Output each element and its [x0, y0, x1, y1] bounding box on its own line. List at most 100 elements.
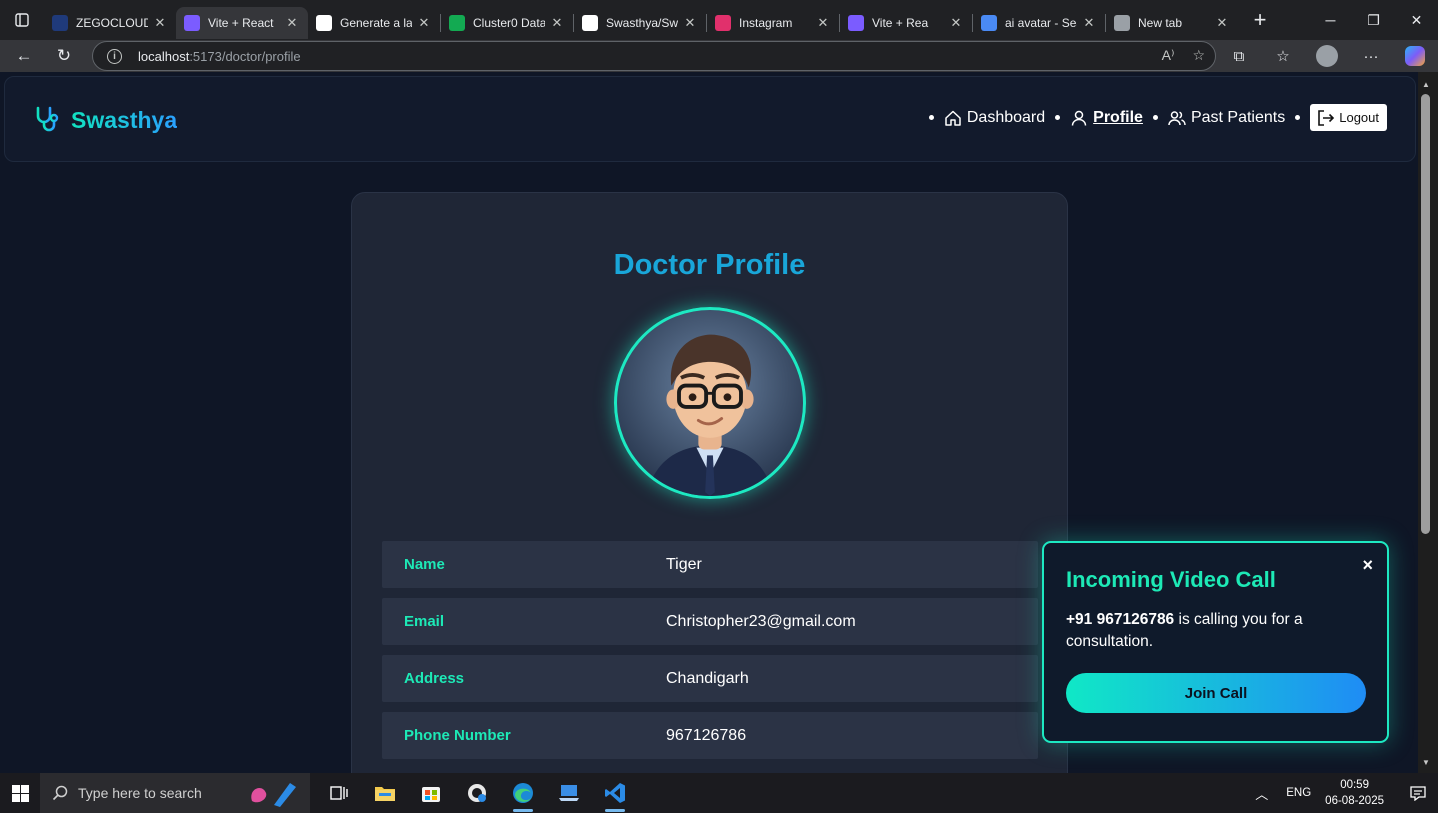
browser-tab[interactable]: Instagram ✕ [707, 7, 839, 39]
task-view-icon[interactable] [316, 773, 362, 813]
tab-close-icon[interactable]: ✕ [549, 15, 565, 31]
nav-link-past-patients[interactable]: Past Patients [1168, 109, 1285, 127]
nav-label-past-patients: Past Patients [1190, 108, 1286, 126]
tab-close-icon[interactable]: ✕ [152, 15, 168, 31]
tab-close-icon[interactable]: ✕ [948, 15, 964, 31]
tab-favicon-icon [582, 15, 598, 31]
browser-tab[interactable]: Vite + Rea ✕ [840, 7, 972, 39]
tab-actions-icon[interactable] [0, 0, 44, 40]
avatar-illustration [646, 334, 774, 496]
tab-title: Generate a lan [340, 16, 412, 30]
nav-link-dashboard[interactable]: Dashboard [944, 109, 1045, 127]
copilot-icon[interactable] [1400, 41, 1430, 71]
tab-favicon-icon [715, 15, 731, 31]
stethoscope-icon [36, 106, 59, 132]
join-call-button[interactable]: Join Call [1066, 673, 1366, 713]
tab-title: Swasthya/Swas [606, 16, 678, 30]
tab-title: Instagram [739, 16, 793, 30]
profile-field-row: Email Christopher23@gmail.com [382, 598, 1038, 645]
close-window-icon[interactable]: ✕ [1395, 0, 1438, 40]
tab-close-icon[interactable]: ✕ [416, 15, 432, 31]
page-scrollbar[interactable]: ▲ ▼ [1418, 72, 1438, 773]
language-indicator[interactable]: ENG [1286, 787, 1311, 799]
browser-tab[interactable]: Swasthya/Swas ✕ [574, 7, 706, 39]
tab-strip: ZEGOCLOUD C ✕ Vite + React ✕ Generate a lan ✕… [44, 0, 1238, 40]
address-bar[interactable]: i localhost:5173/doctor/profile A⁾ ☆ [92, 41, 1216, 71]
scrollbar-thumb[interactable] [1421, 94, 1430, 534]
browser-toolbar: ← ↻ i localhost:5173/doctor/profile A⁾ ☆… [0, 40, 1438, 72]
call-popup-title: Incoming Video Call [1066, 567, 1276, 592]
home-icon [945, 110, 961, 126]
browser-tab[interactable]: ai avatar - Sear ✕ [973, 7, 1105, 39]
microsoft-store-icon[interactable] [408, 773, 454, 813]
clock-time: 00:59 [1340, 779, 1369, 791]
tab-close-icon[interactable]: ✕ [815, 15, 831, 31]
site-info-icon[interactable]: i [107, 48, 122, 64]
search-icon [52, 785, 68, 801]
page-title: Doctor Profile [613, 249, 806, 281]
tab-title: Vite + Rea [872, 16, 929, 30]
url-text[interactable]: localhost:5173/doctor/profile [138, 49, 301, 64]
tab-title: Cluster0 Data | [473, 16, 545, 30]
tab-close-icon[interactable]: ✕ [682, 15, 698, 31]
tab-title: ai avatar - Sear [1005, 16, 1077, 30]
close-icon[interactable]: × [1362, 555, 1373, 576]
tab-favicon-icon [981, 15, 997, 31]
new-tab-button[interactable]: + [1242, 7, 1278, 33]
file-explorer-icon[interactable] [362, 773, 408, 813]
system-tray: ︿ ENG 00:59 06-08-2025 [1255, 773, 1438, 813]
brand-logo[interactable]: Swasthya [33, 105, 177, 135]
tab-close-icon[interactable]: ✕ [284, 15, 300, 31]
browser-tab-bar: ZEGOCLOUD C ✕ Vite + React ✕ Generate a lan ✕… [0, 0, 1438, 40]
nav-label-profile: Profile [1093, 108, 1143, 126]
users-icon [1168, 110, 1186, 125]
scroll-up-icon[interactable]: ▲ [1421, 80, 1431, 89]
reload-icon[interactable]: ↻ [44, 40, 84, 72]
url-path: :5173/doctor/profile [189, 48, 301, 64]
field-value: Christopher23@gmail.com [666, 612, 856, 630]
web-page: Swasthya Dashboard Profile Past Patients… [0, 72, 1418, 773]
profile-fields: Name Tiger Email Christopher23@gmail.com Add… [382, 541, 1038, 769]
window-controls: ─ ❐ ✕ [1309, 0, 1438, 40]
remote-desktop-icon[interactable] [546, 773, 592, 813]
tab-close-icon[interactable]: ✕ [1214, 15, 1230, 31]
notification-center-icon[interactable] [1398, 773, 1438, 813]
read-aloud-icon[interactable]: A⁾ [1162, 47, 1175, 64]
browser-tab[interactable]: ZEGOCLOUD C ✕ [44, 7, 176, 39]
back-icon[interactable]: ← [4, 40, 44, 72]
nav-links: Dashboard Profile Past Patients Logout [919, 104, 1387, 131]
scroll-down-icon[interactable]: ▼ [1421, 758, 1431, 767]
windows-start-icon[interactable] [0, 773, 40, 813]
browser-tab[interactable]: Cluster0 Data | ✕ [441, 7, 573, 39]
taskbar-clock[interactable]: 00:59 06-08-2025 [1325, 777, 1384, 809]
favorites-icon[interactable]: ☆ [1268, 41, 1298, 71]
chevron-up-icon[interactable]: ︿ [1255, 784, 1268, 803]
tab-close-icon[interactable]: ✕ [1081, 15, 1097, 31]
restore-icon[interactable]: ❐ [1352, 0, 1395, 40]
more-menu-icon[interactable]: ··· [1356, 41, 1386, 71]
tab-title: ZEGOCLOUD C [76, 16, 148, 30]
minimize-icon[interactable]: ─ [1309, 0, 1352, 40]
brand-name: Swasthya [71, 106, 178, 133]
edge-browser-icon[interactable] [500, 773, 546, 813]
taskbar-search[interactable]: Type here to search [40, 773, 310, 813]
logout-button[interactable]: Logout [1310, 104, 1387, 131]
browser-tab[interactable]: Generate a lan ✕ [308, 7, 440, 39]
browser-tab[interactable]: Vite + React ✕ [176, 7, 308, 39]
call-message: +91 967126786 is calling you for a consu… [1066, 609, 1366, 653]
extensions-icon[interactable]: ⧉ [1224, 41, 1254, 71]
favorite-star-icon[interactable]: ☆ [1192, 47, 1205, 64]
nav-link-profile[interactable]: Profile [1070, 109, 1143, 127]
field-label: Name [404, 556, 445, 573]
app-settings-icon[interactable] [454, 773, 500, 813]
vscode-icon[interactable] [592, 773, 638, 813]
nav-bullet [928, 115, 934, 120]
tab-favicon-icon [1114, 15, 1130, 31]
profile-avatar-icon[interactable] [1312, 41, 1342, 71]
tab-favicon-icon [848, 15, 864, 31]
browser-tab[interactable]: New tab ✕ [1106, 7, 1238, 39]
logout-label: Logout [1339, 110, 1379, 125]
tab-favicon-icon [449, 15, 465, 31]
field-value: Tiger [666, 555, 702, 573]
profile-field-row: Name Tiger [382, 541, 1038, 588]
